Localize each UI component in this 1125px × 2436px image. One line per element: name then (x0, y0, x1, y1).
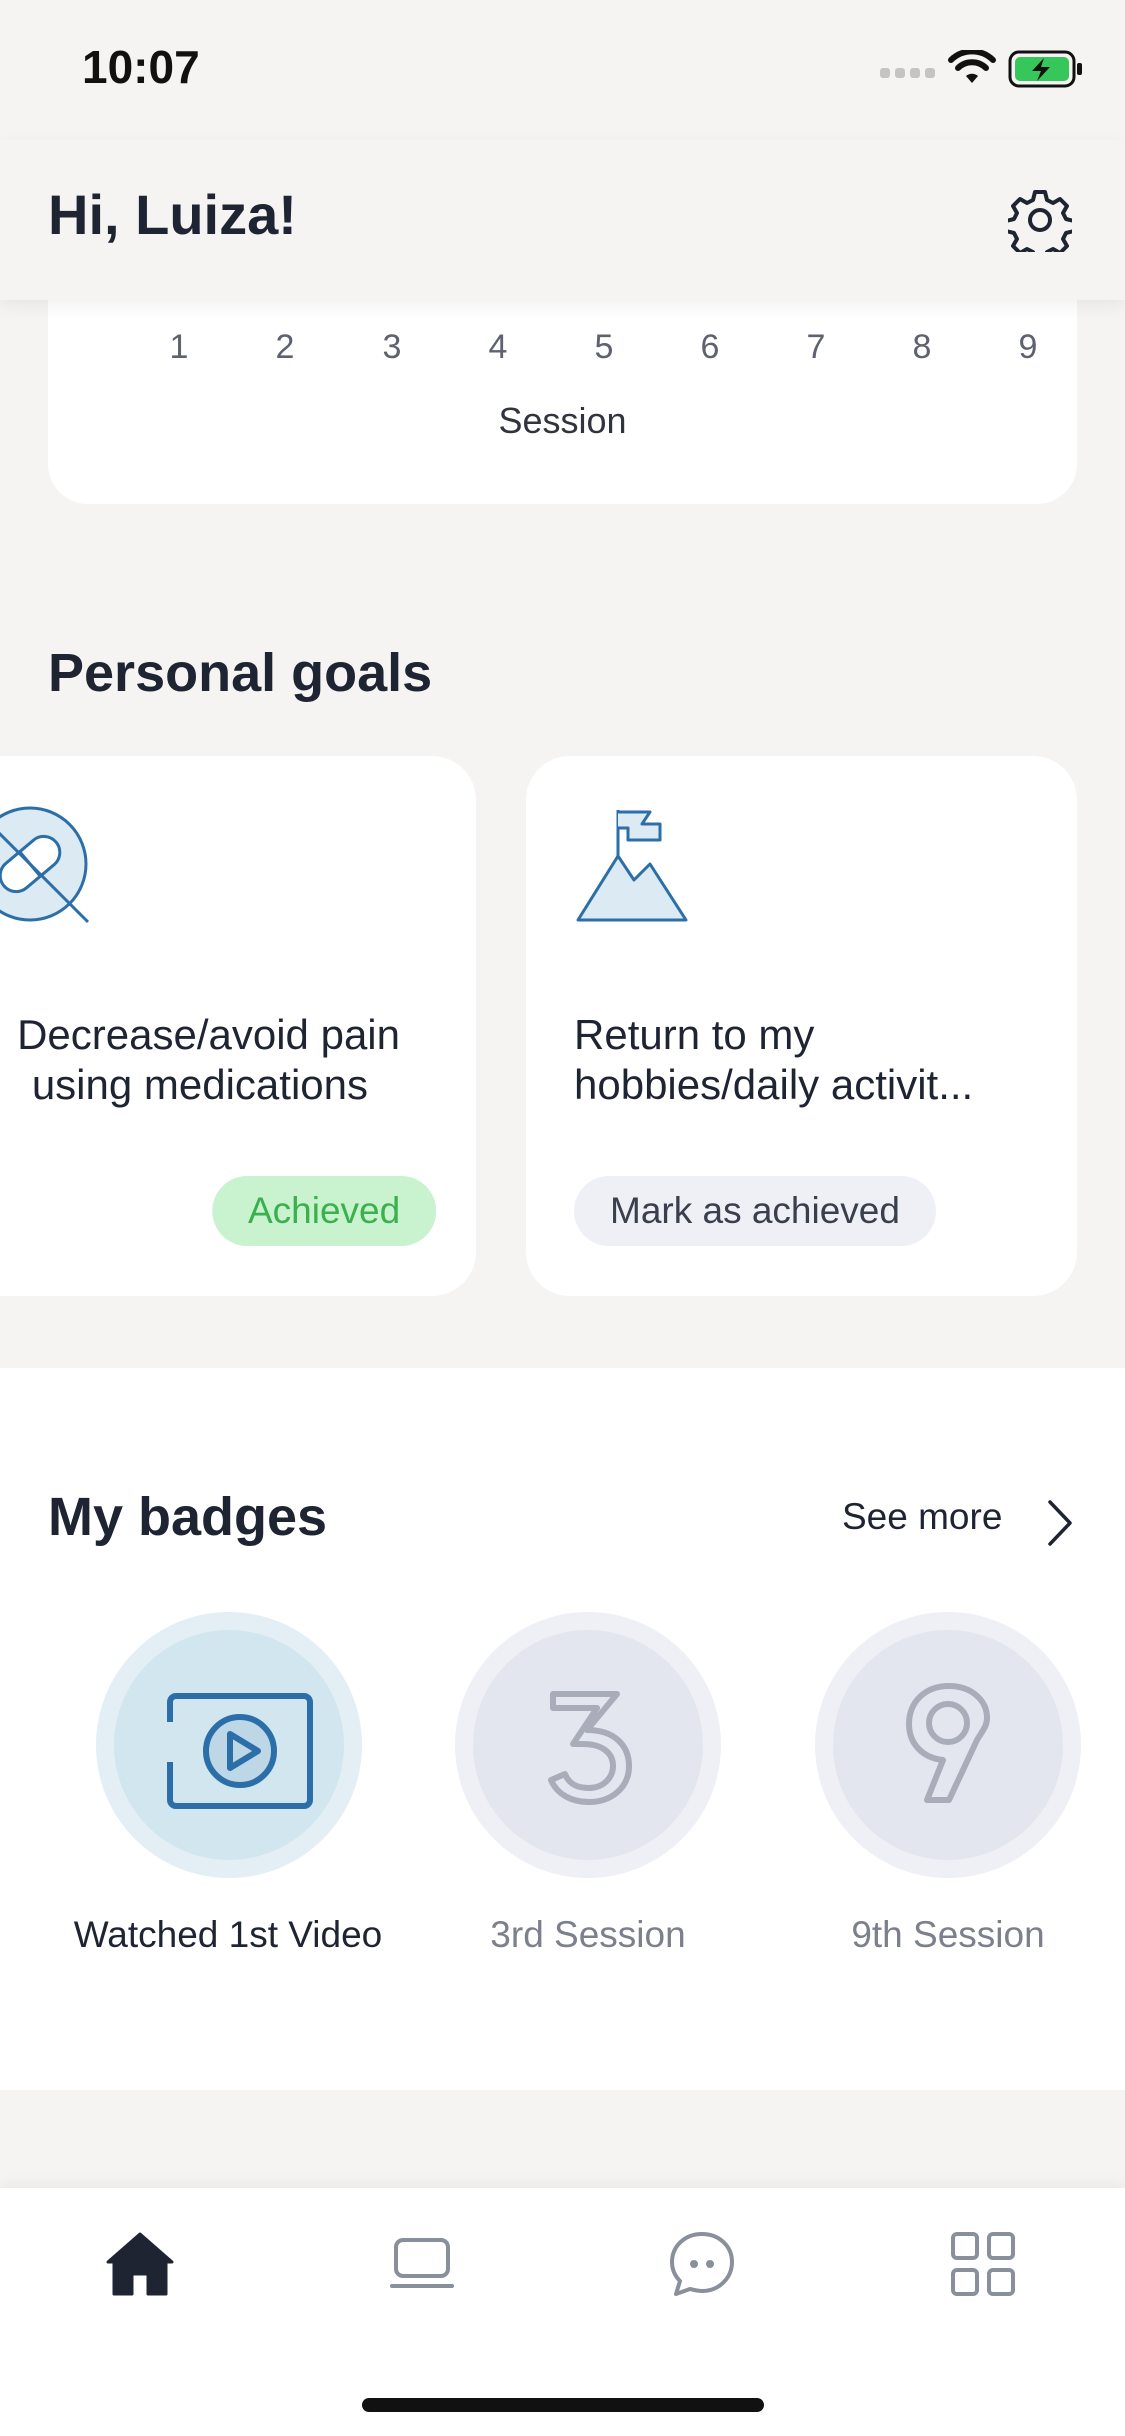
goal-title-line1: Return to my (574, 1011, 815, 1058)
video-play-icon (166, 1693, 313, 1809)
pill-crossed-icon (0, 806, 90, 924)
grid-icon[interactable] (947, 2228, 1019, 2300)
x-tick-label: 9 (1018, 328, 1038, 366)
wifi-icon (948, 50, 996, 83)
goal-title-line2: using medications (31, 1061, 368, 1108)
laptop-icon[interactable] (386, 2228, 458, 2300)
battery-icon (1008, 50, 1082, 88)
chevron-right-icon (1048, 1500, 1072, 1546)
number-9-icon (906, 1683, 990, 1803)
badge-9th-session[interactable] (815, 1612, 1081, 1878)
badge-label: 9th Session (851, 1914, 1045, 1955)
x-tick-label: 2 (275, 328, 295, 366)
number-3-icon (548, 1691, 632, 1805)
goal-card[interactable]: Return to my hobbies/daily activit... Ma… (526, 756, 1077, 1296)
achieved-badge: Achieved (212, 1176, 437, 1246)
see-more-label: See more (842, 1496, 1003, 1537)
greeting-title: Hi, Luiza! (48, 183, 297, 246)
x-axis-title: Session (498, 400, 627, 441)
app-header: Hi, Luiza! (0, 140, 1125, 300)
goal-title-line1: Decrease/avoid pain (17, 1011, 400, 1058)
gear-icon[interactable] (1008, 188, 1072, 252)
home-indicator (362, 2398, 764, 2412)
goal-card[interactable]: Decrease/avoid pain using medications Ac… (0, 756, 476, 1296)
signal-icon (880, 68, 935, 78)
goal-title-line2: hobbies/daily activit... (574, 1061, 974, 1108)
badge-label: Watched 1st Video (73, 1914, 383, 1955)
see-more-link[interactable]: See more (842, 1496, 1072, 1556)
x-tick-label: 5 (594, 328, 614, 366)
x-tick-label: 1 (169, 328, 189, 366)
my-badges-title: My badges (48, 1487, 328, 1547)
badges-section: My badges See more Watched 1st Video 3rd… (0, 1368, 1125, 2090)
x-tick-label: 4 (488, 328, 508, 366)
status-time: 10:07 (82, 41, 200, 93)
mountain-flag-icon (576, 810, 688, 922)
x-tick-label: 7 (806, 328, 826, 366)
progress-chart-card: 1 2 3 4 5 6 7 8 9 Session (48, 266, 1077, 504)
mark-as-achieved-button[interactable]: Mark as achieved (574, 1176, 936, 1246)
home-icon[interactable] (104, 2228, 176, 2300)
x-tick-label: 3 (382, 328, 402, 366)
badge-label: 3rd Session (490, 1914, 686, 1955)
status-bar: 10:07 (0, 0, 1125, 140)
badge-3rd-session[interactable] (455, 1612, 721, 1878)
x-tick-label: 8 (912, 328, 932, 366)
personal-goals-title: Personal goals (48, 643, 433, 703)
badge-watched-video[interactable] (96, 1612, 362, 1878)
chat-icon[interactable] (666, 2228, 738, 2300)
x-tick-label: 6 (700, 328, 720, 366)
